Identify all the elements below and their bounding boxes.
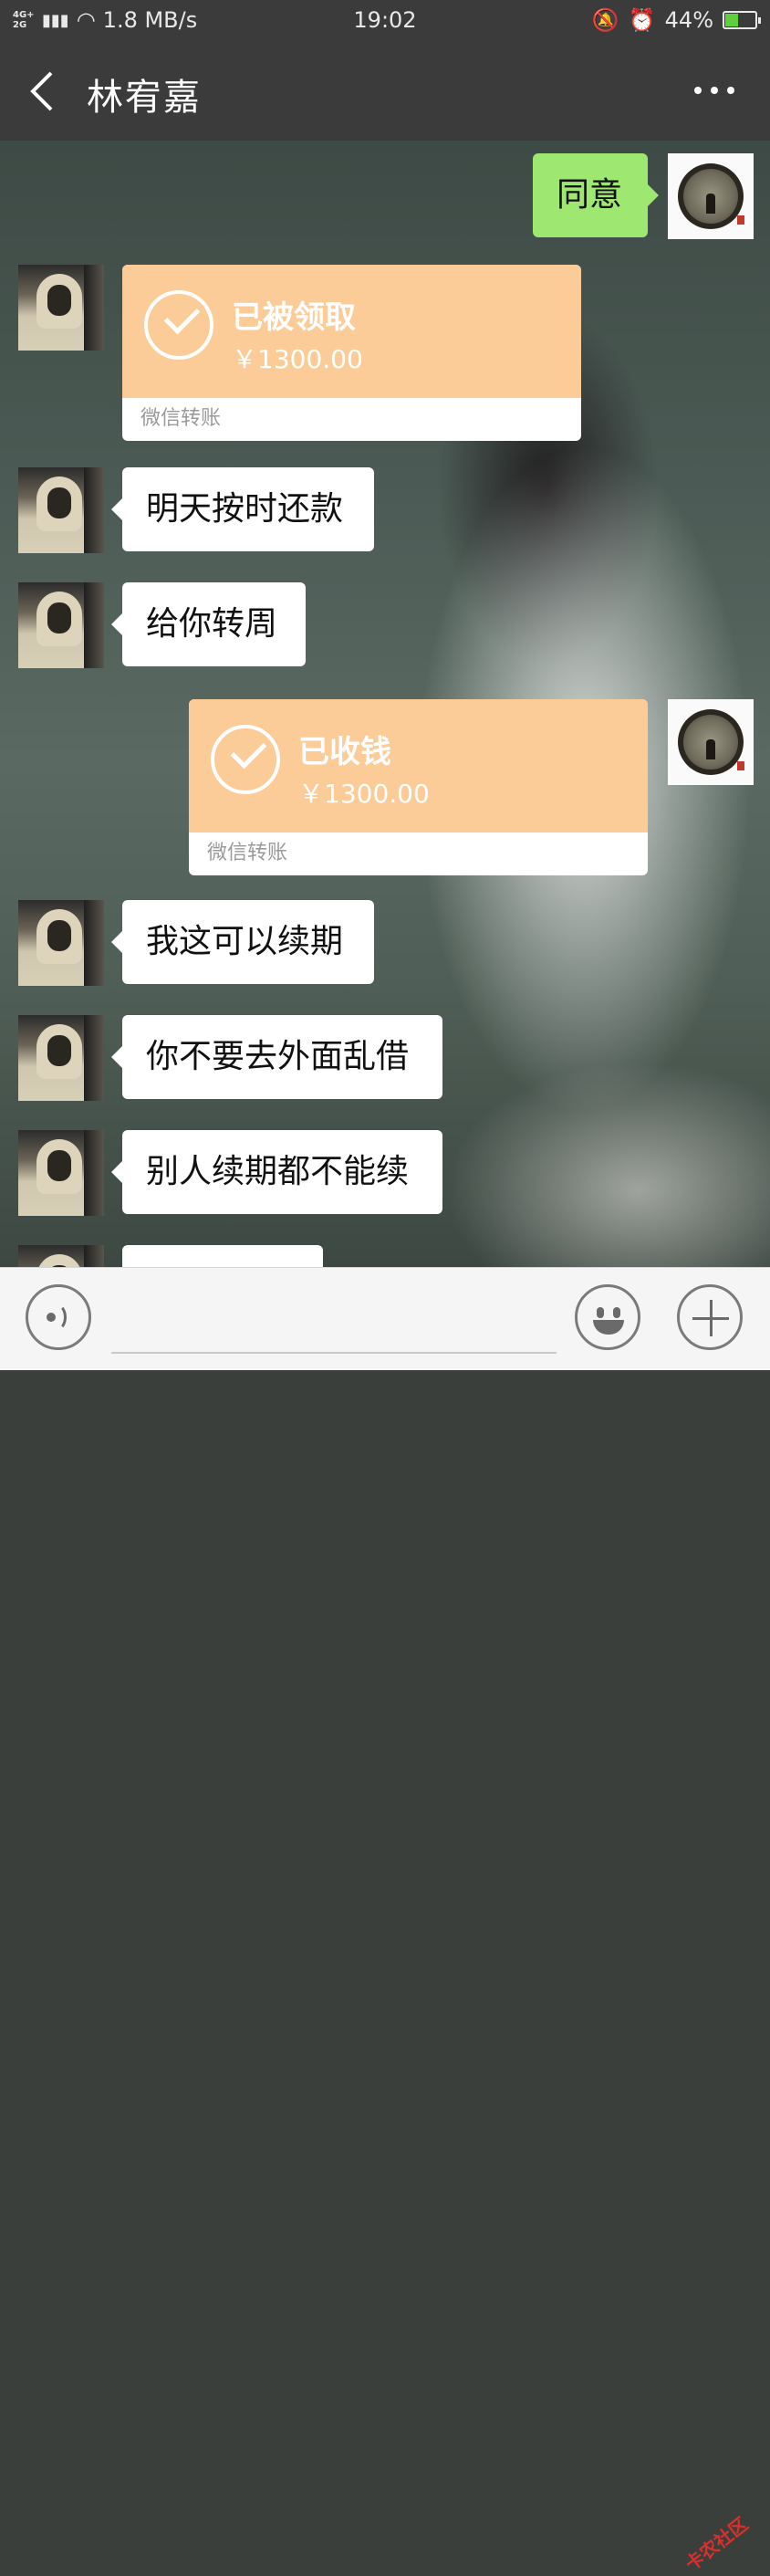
contact-avatar[interactable]	[18, 900, 104, 986]
battery-percent: 44%	[664, 7, 713, 33]
mute-icon: 🔕	[591, 7, 619, 33]
status-bar: 4G+ 2G ▮▮▮ ◠ 1.8 MB/s 19:02 🔕 ⏰ 44%	[0, 0, 770, 42]
chat-title: 林宥嘉	[87, 77, 202, 119]
transfer-card[interactable]: 已收钱 ￥1300.00 微信转账	[189, 699, 648, 875]
check-circle-icon	[211, 725, 280, 794]
message-bubble[interactable]: 明天按时还款	[111, 467, 374, 551]
transfer-status: 已收钱	[298, 734, 391, 770]
transfer-card[interactable]: 已被领取 ￥1300.00 微信转账	[122, 265, 581, 441]
my-avatar[interactable]	[668, 153, 754, 239]
check-circle-icon	[144, 290, 213, 360]
transfer-status: 已被领取	[232, 299, 356, 336]
contact-avatar[interactable]	[18, 1015, 104, 1101]
transfer-label: 微信转账	[140, 407, 222, 430]
chevron-left-icon	[30, 71, 53, 111]
chat-area[interactable]: 同意 已被领取 ￥1300.00 微信转账 明天按时还款 给你转周 已收钱 ￥1…	[0, 141, 770, 1267]
message-bubble[interactable]: 给你转周	[111, 582, 306, 666]
transfer-label: 微信转账	[207, 842, 288, 864]
contact-avatar[interactable]	[18, 1130, 104, 1216]
battery-icon	[723, 11, 761, 29]
message-text: 我这可以续期	[146, 923, 344, 960]
transfer-amount: ￥1300.00	[232, 344, 363, 374]
emoji-button[interactable]	[575, 1284, 640, 1350]
message-bubble[interactable]: 别人续期都不能续	[111, 1130, 442, 1214]
plus-button[interactable]	[677, 1284, 743, 1350]
chat-header: 林宥嘉	[0, 42, 770, 141]
message-text: 给你转周	[146, 605, 278, 643]
message-input[interactable]	[111, 1352, 557, 1354]
alarm-icon: ⏰	[628, 7, 656, 33]
contact-avatar[interactable]	[18, 582, 104, 668]
transfer-amount: ￥1300.00	[298, 779, 430, 809]
message-text: 明天按时还款	[146, 490, 344, 528]
contact-avatar[interactable]	[18, 1245, 104, 1267]
battery-fill	[725, 14, 739, 26]
more-options-button[interactable]	[692, 79, 737, 102]
watermark: 卡农社区	[681, 2512, 753, 2576]
message-text: 别人续期都不能续	[146, 1153, 410, 1190]
back-button[interactable]	[24, 66, 69, 117]
my-avatar[interactable]	[668, 699, 754, 785]
message-bubble[interactable]: 同意	[533, 153, 659, 237]
input-bar: 卡农社区	[0, 1267, 770, 2575]
message-bubble[interactable]: 你不要去外面乱借	[111, 1015, 442, 1099]
more-dots-icon	[694, 87, 734, 94]
message-text: 同意	[557, 176, 623, 214]
voice-button[interactable]	[26, 1284, 91, 1350]
message-bubble[interactable]	[122, 1245, 323, 1267]
message-text: 你不要去外面乱借	[146, 1038, 410, 1075]
contact-avatar[interactable]	[18, 265, 104, 351]
contact-avatar[interactable]	[18, 467, 104, 553]
message-bubble[interactable]: 我这可以续期	[111, 900, 374, 984]
